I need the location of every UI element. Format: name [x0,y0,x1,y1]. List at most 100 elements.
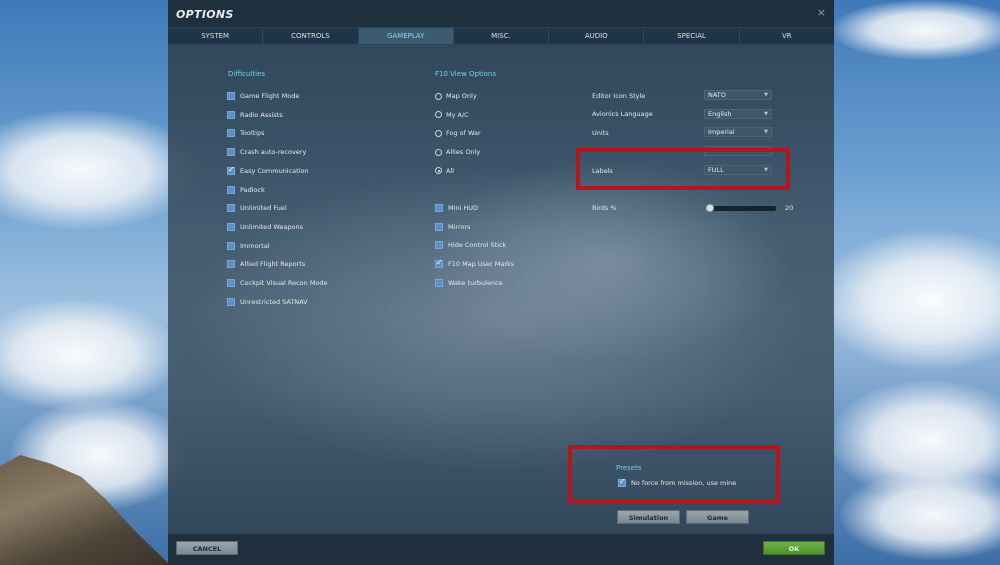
radio-button[interactable] [435,167,442,175]
highlight-box-labels [576,148,790,190]
difficulty-label: Tooltips [240,129,265,138]
difficulties-heading: Difficulties [228,70,265,78]
difficulty-checkbox[interactable] [227,297,235,306]
f10-view-check-label: Wake turbulence [448,278,503,287]
difficulty-label: Unlimited Weapons [240,222,304,231]
game-preset-button[interactable]: Game [686,510,749,524]
f10-view-radio-option[interactable]: All [435,166,454,176]
radio-button[interactable] [435,92,442,100]
units-label: Units [592,129,609,137]
difficulty-option[interactable]: Crash auto-recovery [227,147,306,157]
birds-value: 20 [785,204,794,212]
tab-misc[interactable]: MISC. [454,28,550,44]
f10-view-heading: F10 View Options [435,70,497,78]
f10-view-check-option[interactable]: Hide Control Stick [435,240,506,250]
tab-bar: SYSTEM CONTROLS GAMEPLAY MISC. AUDIO SPE… [168,27,834,45]
difficulty-checkbox[interactable] [227,148,235,157]
radio-label: My A/C [446,110,469,119]
radio-label: Fog of War [446,129,481,138]
f10-view-check-label: Mirrors [448,222,471,231]
f10-view-check-label: Mini HUD [448,204,479,212]
tab-audio[interactable]: AUDIO [549,28,645,44]
simulation-preset-button[interactable]: Simulation [617,510,680,524]
avionics-language-value: English [708,110,732,118]
editor-icon-style-label: Editor Icon Style [592,92,646,100]
difficulty-option[interactable]: Allied Flight Reports [227,259,305,269]
difficulty-checkbox[interactable] [227,129,235,138]
f10-view-radio-option[interactable]: Map Only [435,91,477,101]
difficulty-option[interactable]: Unlimited Fuel [227,203,287,213]
difficulty-label: Padlock [240,185,265,194]
f10-view-check-option[interactable]: Mini HUD [435,203,478,213]
difficulty-option[interactable]: Unrestricted SATNAV [227,297,308,307]
f10-view-checkbox[interactable] [435,204,443,212]
radio-button[interactable] [435,148,442,156]
radio-button[interactable] [435,111,442,119]
radio-label: Allies Only [446,148,481,157]
radio-button[interactable] [435,129,442,137]
f10-view-check-option[interactable]: Mirrors [435,222,471,232]
birds-slider-handle[interactable] [706,204,715,212]
f10-view-check-label: Hide Control Stick [448,241,507,250]
chevron-down-icon: ▼ [764,111,768,117]
difficulty-checkbox[interactable] [227,241,235,250]
difficulty-option[interactable]: Game Flight Mode [227,91,299,101]
difficulty-checkbox[interactable] [227,110,235,119]
cancel-button[interactable]: CANCEL [176,541,238,555]
difficulty-label: Allied Flight Reports [240,260,306,269]
difficulty-option[interactable]: Immortal [227,241,270,251]
difficulty-option[interactable]: Tooltips [227,128,265,138]
difficulty-checkbox[interactable] [227,222,235,231]
editor-icon-style-value: NATO [708,91,726,99]
birds-label: Birds % [592,204,617,212]
f10-view-checkbox[interactable] [435,258,443,269]
cloud [820,230,1000,370]
difficulty-checkbox[interactable] [227,185,235,194]
difficulty-checkbox[interactable] [227,92,235,100]
tab-special[interactable]: SPECIAL [644,28,740,44]
title-bar: OPTIONS × [168,0,834,27]
close-icon[interactable]: × [817,6,826,19]
avionics-language-select[interactable]: English ▼ [704,109,772,119]
f10-view-checkbox[interactable] [435,241,443,250]
f10-view-radio-option[interactable]: Allies Only [435,147,480,157]
tab-controls[interactable]: CONTROLS [263,28,359,44]
difficulty-label: Unrestricted SATNAV [240,297,308,306]
highlight-box-presets [568,445,780,503]
tab-vr[interactable]: VR [740,28,834,44]
difficulty-label: Immortal [240,241,270,250]
difficulty-checkbox[interactable] [227,165,235,175]
f10-view-check-option[interactable]: Wake turbulence [435,278,503,288]
radio-label: Map Only [446,92,477,100]
difficulty-option[interactable]: Cockpit Visual Recon Mode [227,278,328,288]
f10-view-checkbox[interactable] [435,278,443,287]
f10-view-radio-option[interactable]: My A/C [435,110,469,120]
difficulty-label: Cockpit Visual Recon Mode [240,279,328,287]
difficulty-checkbox[interactable] [227,204,235,213]
cloud [830,0,1000,60]
units-value: Imperial [708,128,735,136]
tab-gameplay[interactable]: GAMEPLAY [358,28,454,44]
tab-system[interactable]: SYSTEM [168,28,264,44]
f10-view-radio-option[interactable]: Fog of War [435,128,481,138]
difficulty-label: Game Flight Mode [240,92,300,100]
difficulty-checkbox[interactable] [227,260,235,269]
f10-view-checkbox[interactable] [435,222,443,231]
editor-icon-style-select[interactable]: NATO ▼ [704,90,772,100]
difficulty-checkbox[interactable] [227,279,235,287]
f10-view-check-option[interactable]: F10 Map User Marks [435,258,515,269]
ok-button[interactable]: OK [763,541,825,555]
difficulty-label: Crash auto-recovery [240,148,307,157]
cloud [0,300,180,410]
f10-view-check-label: F10 Map User Marks [448,260,515,269]
difficulty-option[interactable]: Unlimited Weapons [227,222,303,232]
difficulty-label: Easy Communication [240,166,309,175]
difficulty-option[interactable]: Padlock [227,185,265,195]
difficulty-option[interactable]: Radio Assists [227,110,283,120]
dialog-footer [168,534,834,565]
radio-label: All [446,166,455,175]
birds-slider[interactable] [706,204,776,212]
difficulty-option[interactable]: Easy Communication [227,165,309,176]
units-select[interactable]: Imperial ▼ [704,127,772,137]
difficulty-label: Unlimited Fuel [240,204,287,213]
